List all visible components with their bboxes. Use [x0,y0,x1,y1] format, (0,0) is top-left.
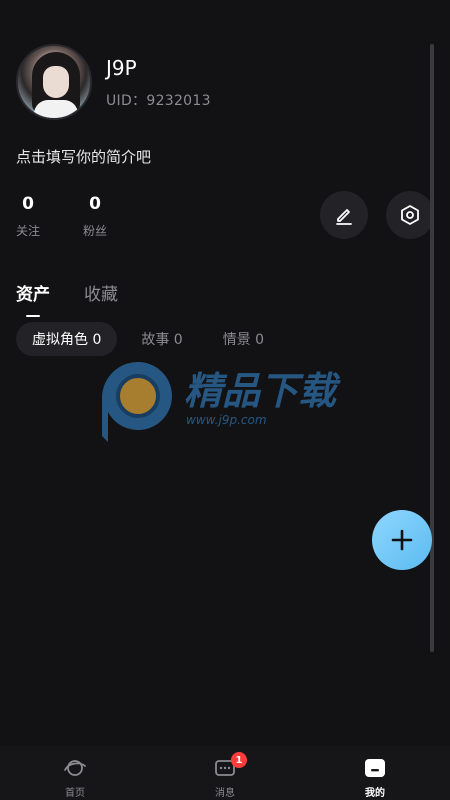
avatar[interactable] [16,44,92,120]
nav-home-label: 首页 [65,788,85,799]
nav-home[interactable]: 首页 [25,746,125,800]
username: J9P [106,56,137,80]
profile-icon [365,759,385,777]
nav-messages[interactable]: 1 消息 [175,746,275,800]
following-stat[interactable]: 0 关注 [8,194,48,239]
user-uid: UID：9232013 [106,93,211,109]
chip-stories[interactable]: 故事 0 [125,322,198,356]
nav-profile-label: 我的 [365,788,385,799]
create-button[interactable] [372,510,432,570]
followers-count: 0 [89,194,101,214]
edit-profile-button[interactable] [320,191,368,239]
content-tabs: 资产 收藏 [16,280,118,317]
avatar-face [43,66,69,98]
tab-favorites[interactable]: 收藏 [84,280,118,305]
gear-hex-icon [401,205,419,225]
pencil-icon [336,209,352,225]
watermark-logo: 精品下载 www.j9p.com [102,361,341,442]
settings-button[interactable] [386,191,434,239]
followers-label: 粉丝 [82,224,107,238]
nav-profile[interactable]: 我的 [325,746,425,800]
watermark-brand: 精品下载 [184,369,341,413]
tab-assets[interactable]: 资产 [16,280,50,317]
planet-icon [64,760,86,776]
following-label: 关注 [15,224,40,238]
watermark-url: www.j9p.com [186,413,267,427]
nav-messages-label: 消息 [215,788,235,799]
bottom-navigation: 首页 1 消息 我的 [0,746,450,800]
bio-prompt[interactable]: 点击填写你的简介吧 [16,146,151,167]
message-badge: 1 [231,752,247,768]
category-chips: 虚拟角色 0 故事 0 情景 0 [16,322,280,356]
chip-scenarios[interactable]: 情景 0 [207,322,280,356]
following-count: 0 [22,194,34,214]
plus-icon [391,529,413,551]
chip-virtual-characters[interactable]: 虚拟角色 0 [16,322,118,356]
scrollbar[interactable] [430,44,434,652]
followers-stat[interactable]: 0 粉丝 [75,194,115,239]
avatar-body [34,100,78,118]
